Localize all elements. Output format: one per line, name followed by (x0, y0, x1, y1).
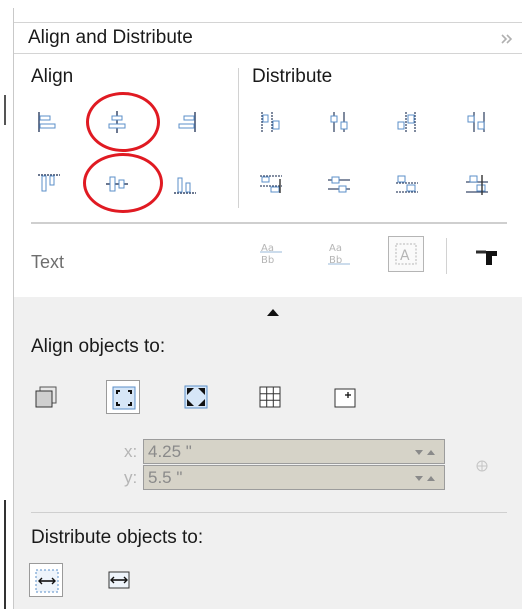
active-objects-icon[interactable] (29, 380, 63, 414)
align-section-label: Align (31, 66, 74, 87)
y-coordinate-value: 5.5 " (148, 468, 183, 487)
distribute-objects-to-label: Distribute objects to: (31, 527, 204, 548)
align-top-icon[interactable] (36, 171, 62, 197)
annotation-ring-center-vertical (83, 153, 163, 213)
distribute-spacing-horizontal-icon[interactable] (394, 109, 420, 135)
distribute-options-separator (31, 512, 507, 513)
target-point-icon[interactable] (475, 459, 489, 473)
outline-icon[interactable] (474, 242, 500, 268)
page-center-icon[interactable] (179, 380, 213, 414)
distribute-section-label: Distribute (252, 66, 333, 87)
svg-text:A: A (400, 248, 410, 264)
docker-header: Align and Distribute (14, 22, 522, 54)
align-bottom-icon[interactable] (172, 171, 198, 197)
distribute-left-icon[interactable] (258, 109, 284, 135)
y-spinner-icon[interactable] (412, 474, 438, 482)
section-divider (238, 68, 239, 208)
x-coordinate-field[interactable]: 4.25 " (143, 439, 445, 464)
selection-extent-icon[interactable] (29, 563, 63, 597)
svg-text:Bb: Bb (261, 255, 274, 266)
annotation-ring-center-horizontal (86, 92, 160, 152)
page-edge-icon[interactable] (106, 380, 140, 414)
specified-point-icon[interactable] (328, 380, 362, 414)
text-last-baseline-icon[interactable]: Aa Bb (326, 240, 352, 266)
align-distribute-docker: Align and Distribute Align Distribute Te… (13, 8, 522, 609)
host-window-edge (0, 0, 12, 609)
distribute-bottom-icon[interactable] (464, 171, 490, 197)
panel-title: Align and Distribute (28, 27, 193, 48)
distribute-top-icon[interactable] (258, 171, 284, 197)
options-section: Align objects to: x: 4.25 " y: 5.5 " Dis… (14, 297, 522, 609)
text-section-label: Text (31, 252, 65, 272)
svg-text:Aa: Aa (329, 243, 342, 254)
text-first-baseline-icon[interactable]: Aa Bb (258, 240, 284, 266)
align-objects-to-label: Align objects to: (31, 336, 166, 357)
collapse-section-arrow-icon[interactable] (267, 309, 279, 316)
x-coordinate-value: 4.25 " (148, 442, 192, 461)
y-coordinate-label: y: (124, 468, 138, 487)
distribute-spacing-vertical-icon[interactable] (394, 171, 420, 197)
distribute-right-icon[interactable] (464, 109, 490, 135)
page-extent-icon[interactable] (102, 563, 136, 597)
distribute-center-vertical-icon[interactable] (326, 171, 352, 197)
text-row-separator (31, 222, 507, 224)
y-coordinate-field[interactable]: 5.5 " (143, 465, 445, 490)
host-window-marker (4, 95, 6, 125)
distribute-center-horizontal-icon[interactable] (326, 109, 352, 135)
collapse-arrows-icon[interactable] (501, 34, 513, 44)
text-bounding-box-icon[interactable]: A (388, 236, 424, 272)
x-spinner-icon[interactable] (412, 448, 438, 456)
align-left-icon[interactable] (36, 109, 62, 135)
text-row-divider (446, 238, 447, 274)
align-right-icon[interactable] (172, 109, 198, 135)
host-window-marker (4, 500, 6, 609)
grid-icon[interactable] (253, 380, 287, 414)
x-coordinate-label: x: (124, 442, 138, 461)
